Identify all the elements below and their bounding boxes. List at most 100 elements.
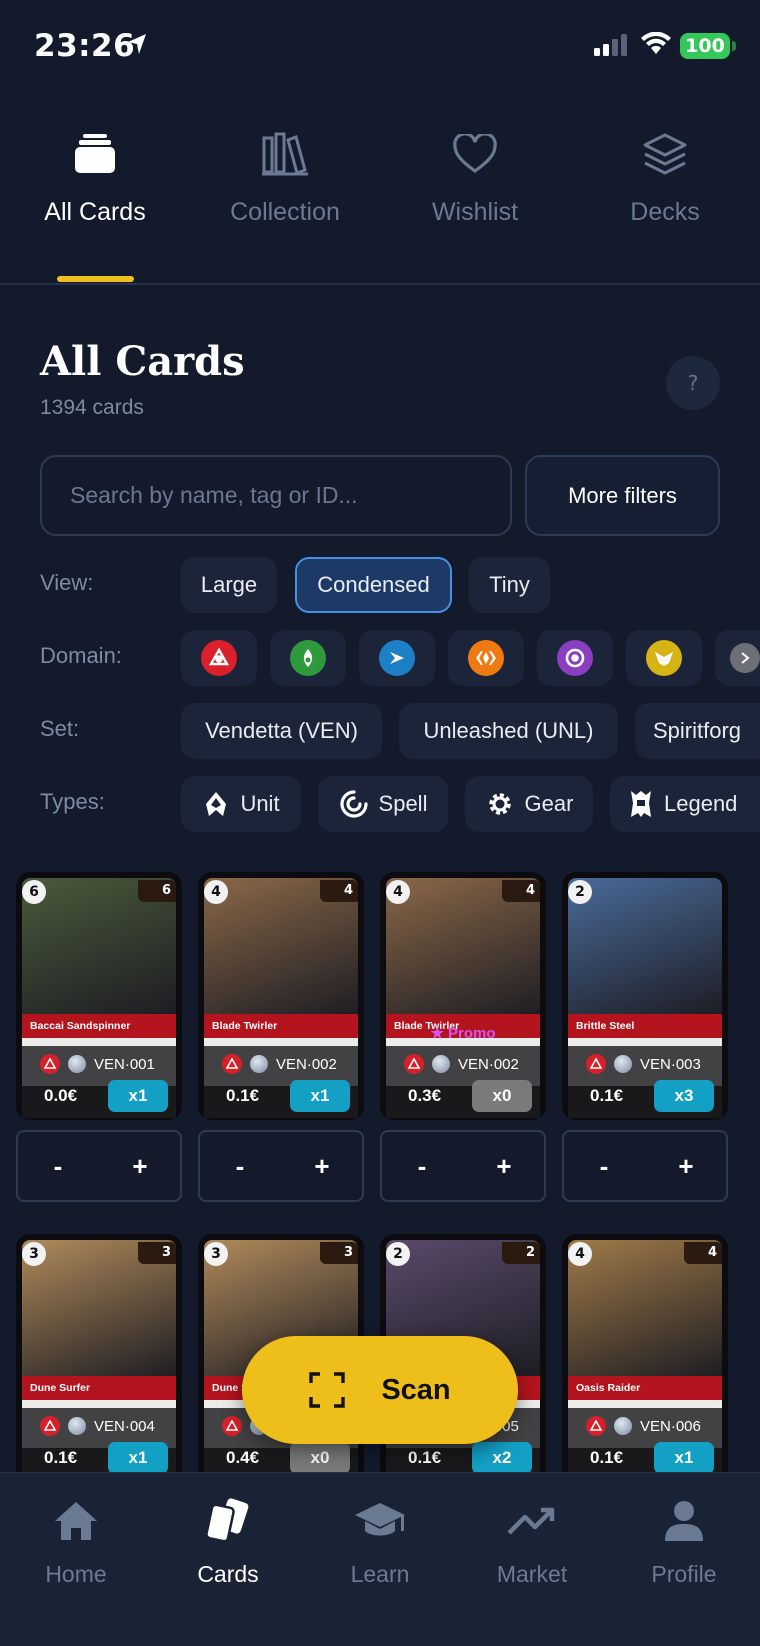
signal-icon: [594, 34, 627, 56]
card-id: VEN·006: [640, 1417, 701, 1435]
nav-label: Profile: [651, 1561, 717, 1587]
domain-body-chip[interactable]: [448, 630, 524, 686]
domain-calm-chip[interactable]: [270, 630, 346, 686]
card-cost: 3: [204, 1242, 228, 1266]
domain-mind-chip[interactable]: [359, 630, 435, 686]
search-input[interactable]: [40, 455, 512, 536]
domain-order-chip[interactable]: [626, 630, 702, 686]
card-cost: 2: [386, 1242, 410, 1266]
battery-tip: [732, 41, 736, 51]
card-id: VEN·003: [640, 1055, 701, 1073]
fury-domain-icon: [222, 1416, 242, 1436]
rarity-gem-icon: [68, 1417, 86, 1435]
fury-domain-icon: [40, 1054, 60, 1074]
help-button[interactable]: ?: [666, 356, 720, 410]
nav-label: Home: [45, 1561, 107, 1587]
card-quantity-badge: x1: [108, 1080, 168, 1112]
card-quantity-badge: x1: [290, 1080, 350, 1112]
card-id: VEN·002: [458, 1055, 519, 1073]
rarity-gem-icon: [614, 1417, 632, 1435]
card-might: 6: [138, 880, 176, 902]
active-tab-indicator: [57, 276, 134, 282]
type-legend-chip[interactable]: Legend: [610, 776, 760, 832]
card-price: 0.1€: [226, 1086, 260, 1105]
wifi-icon: [641, 32, 671, 54]
quantity-stepper: - +: [198, 1130, 364, 1202]
quantity-stepper: - +: [562, 1130, 728, 1202]
view-label: View:: [40, 570, 94, 595]
card-name: Oasis Raider: [568, 1376, 722, 1400]
card-name: Brittle Steel: [568, 1014, 722, 1038]
rarity-gem-icon: [250, 1055, 268, 1073]
nav-market[interactable]: Market: [456, 1473, 608, 1646]
fury-domain-icon: [404, 1054, 424, 1074]
nav-learn[interactable]: Learn: [304, 1473, 456, 1646]
card-tile[interactable]: 2 Brittle Steel VEN·003 0.1€ x3: [562, 872, 728, 1120]
card-tile[interactable]: 4 4 Blade Twirler VEN·002 0.1€ x1: [198, 872, 364, 1120]
nav-label: Cards: [197, 1561, 259, 1587]
nav-cards[interactable]: Cards: [152, 1473, 304, 1646]
nav-label: Market: [496, 1561, 568, 1587]
increment-button[interactable]: +: [282, 1132, 362, 1200]
card-might: 3: [138, 1242, 176, 1264]
type-spell-chip[interactable]: Spell: [318, 776, 448, 832]
rarity-gem-icon: [614, 1055, 632, 1073]
tab-all-cards[interactable]: All Cards: [0, 110, 190, 284]
decrement-button[interactable]: -: [382, 1132, 462, 1200]
set-vendetta-chip[interactable]: Vendetta (VEN): [181, 703, 382, 759]
card-price: 0.0€: [44, 1086, 78, 1105]
card-meta: VEN·003: [586, 1054, 701, 1074]
card-might: 4: [502, 880, 540, 902]
domain-fury-chip[interactable]: [181, 630, 257, 686]
view-large-chip[interactable]: Large: [181, 557, 277, 613]
heart-icon: [453, 134, 497, 173]
card-quantity-badge: x1: [108, 1442, 168, 1474]
domain-chaos-chip[interactable]: [537, 630, 613, 686]
decrement-button[interactable]: -: [200, 1132, 280, 1200]
view-tiny-chip[interactable]: Tiny: [469, 557, 550, 613]
card-price: 0.1€: [590, 1086, 624, 1105]
decrement-button[interactable]: -: [564, 1132, 644, 1200]
increment-button[interactable]: +: [646, 1132, 726, 1200]
tab-wishlist[interactable]: Wishlist: [380, 110, 570, 284]
fury-domain-icon: [222, 1054, 242, 1074]
domain-more-chip[interactable]: [715, 630, 760, 686]
card-cost: 3: [22, 1242, 46, 1266]
increment-button[interactable]: +: [464, 1132, 544, 1200]
scan-button[interactable]: Scan: [242, 1336, 518, 1444]
nav-home[interactable]: Home: [0, 1473, 152, 1646]
type-gear-chip[interactable]: Gear: [465, 776, 593, 832]
home-icon: [55, 1502, 97, 1540]
chaos-domain-icon: [557, 640, 593, 676]
battery-indicator: 100: [680, 33, 730, 59]
set-spiritforged-chip[interactable]: Spiritforg: [635, 703, 760, 759]
tab-label: Decks: [630, 198, 700, 226]
tab-collection[interactable]: Collection: [190, 110, 380, 284]
fury-domain-icon: [586, 1416, 606, 1436]
decrement-button[interactable]: -: [18, 1132, 98, 1200]
fury-domain-icon: [201, 640, 237, 676]
increment-button[interactable]: +: [100, 1132, 180, 1200]
more-filters-button[interactable]: More filters: [525, 455, 720, 536]
card-tile[interactable]: 4 4 Oasis Raider VEN·006 0.1€ x1: [562, 1234, 728, 1482]
view-condensed-chip[interactable]: Condensed: [295, 557, 452, 613]
nav-profile[interactable]: Profile: [608, 1473, 760, 1646]
type-unit-chip[interactable]: Unit: [181, 776, 301, 832]
card-meta: VEN·004: [40, 1416, 155, 1436]
type-label: Legend: [664, 791, 738, 816]
tabs-divider: [0, 283, 760, 285]
tab-decks[interactable]: Decks: [570, 110, 760, 284]
card-tile[interactable]: 6 6 Baccai Sandspinner VEN·001 0.0€ x1: [16, 872, 182, 1120]
calm-domain-icon: [290, 640, 326, 676]
card-meta: VEN·002: [404, 1054, 519, 1074]
set-unleashed-chip[interactable]: Unleashed (UNL): [399, 703, 618, 759]
promo-badge: ★ Promo: [430, 1025, 496, 1042]
chevron-right-icon: [729, 643, 760, 673]
card-cost: 4: [204, 880, 228, 904]
cards-icon: [205, 1498, 249, 1543]
card-tile[interactable]: 3 3 Dune Surfer VEN·004 0.1€ x1: [16, 1234, 182, 1482]
card-id: VEN·001: [94, 1055, 155, 1073]
person-icon: [665, 1501, 703, 1541]
body-domain-icon: [468, 640, 504, 676]
card-tile[interactable]: 4 4 Blade Twirler ★ Promo VEN·002 0.3€ x0: [380, 872, 546, 1120]
